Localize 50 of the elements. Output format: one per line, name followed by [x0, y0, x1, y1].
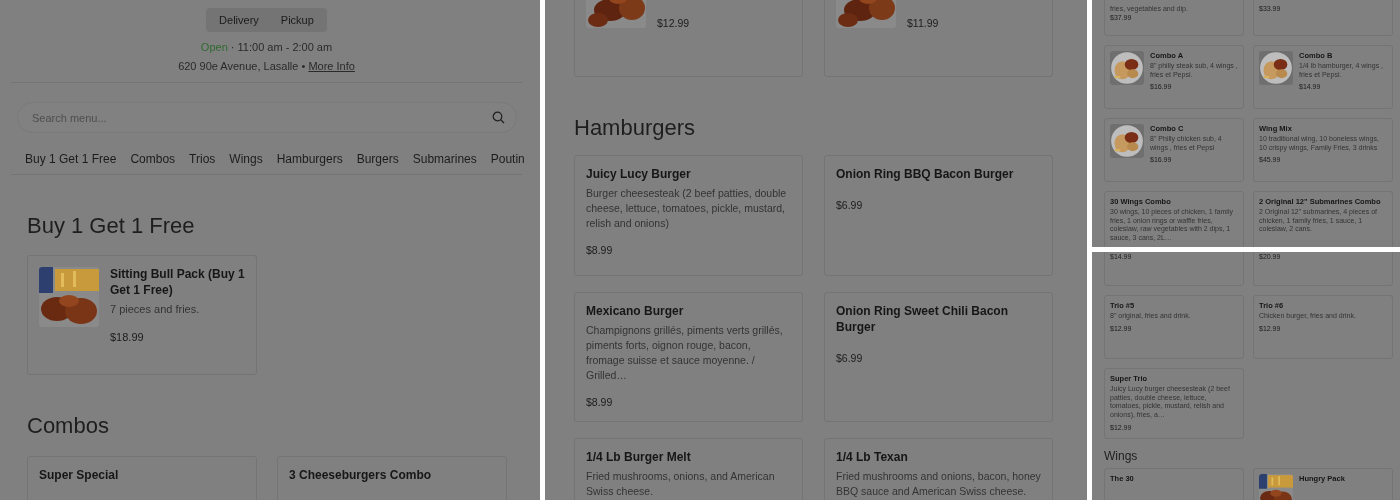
item-price: $12.99	[657, 16, 690, 31]
item-price: $18.99	[110, 329, 145, 345]
opening-hours: Open · 11:00 am - 2:00 am	[200, 41, 333, 53]
more-info-link[interactable]: More Info	[308, 60, 355, 72]
category-tab[interactable]: Poutin	[490, 152, 525, 166]
item-price: $11.99	[907, 16, 939, 31]
menu-item-card[interactable]: Onion Ring BBQ Bacon Burger $6.99	[824, 155, 1053, 277]
item-price: $8.99	[586, 243, 614, 258]
item-name: Onion Ring Sweet Chili Bacon Burger	[836, 304, 1009, 336]
menu-item-card[interactable]: Super Special	[27, 455, 257, 500]
section-heading: Combos	[27, 413, 110, 440]
item-name: 1/4 Lb Texan	[836, 450, 909, 466]
category-tab[interactable]: Burgers	[356, 152, 399, 166]
menu-item-card[interactable]: Juicy Lucy Burger Burger cheesesteak (2 beef patties, double cheese, lettuce, tomatoes, pickle, mustard, relish and onions) $8.99	[574, 155, 803, 277]
menu-item-card[interactable]: 3 Cheeseburgers Combo	[277, 455, 507, 500]
item-name: Mexicano Burger	[586, 304, 685, 320]
category-tab[interactable]: Combos	[130, 152, 176, 166]
menu-item-card[interactable]: Onion Ring Sweet Chili Bacon Burger $6.99	[824, 292, 1053, 422]
item-description: 7 pieces and fries.	[110, 301, 201, 317]
item-description: Fried mushrooms, onions, and American Swiss cheese.	[586, 468, 776, 499]
menu-item-card[interactable]: $12.99	[574, 0, 803, 77]
item-description: Fried mushrooms and onions, bacon, honey BBQ sauce and American Swiss cheese.	[836, 468, 1041, 499]
section-heading: Buy 1 Get 1 Free	[27, 213, 196, 240]
menu-item-card[interactable]: Mexicano Burger Champignons grillés, piments verts grillés, piments forts, oignon rouge, bacon, fromage suisse et sauce moyenne. / Grilled… $8.99	[574, 292, 803, 422]
category-tab[interactable]: Buy 1 Get 1 Free	[25, 152, 117, 166]
item-description: Burger cheesesteak (2 beef patties, double cheese, lettuce, tomatoes, pickle, mustard, relish and onions)	[586, 186, 788, 231]
section-heading: Hamburgers	[574, 115, 697, 142]
item-name: Onion Ring BBQ Bacon Burger	[836, 167, 1014, 183]
order-mode-button[interactable]: Pickup	[269, 8, 325, 32]
store-address: 620 90e Avenue, Lasalle •	[178, 60, 306, 72]
menu-item-card[interactable]: 1/4 Lb Burger Melt Fried mushrooms, onions, and American Swiss cheese.	[574, 438, 803, 500]
item-price: $8.99	[586, 395, 614, 410]
item-name: Juicy Lucy Burger	[586, 167, 692, 183]
menu-item-card[interactable]: 1/4 Lb Texan Fried mushrooms and onions, bacon, honey BBQ sauce and American Swiss cheese.	[824, 438, 1053, 500]
search-icon	[492, 111, 505, 124]
item-description: Champignons grillés, piments verts grillés, piments forts, oignon rouge, bacon, fromage suisse et sauce moyenne. / Grilled…	[586, 323, 784, 383]
section-heading: Wings	[1104, 448, 1139, 463]
category-tab[interactable]: Hamburgers	[276, 152, 343, 166]
item-name: Super Special	[39, 467, 119, 484]
item-price: $6.99	[836, 350, 864, 366]
menu-item-card[interactable]: $11.99	[824, 0, 1053, 77]
item-name: 3 Cheeseburgers Combo	[289, 467, 432, 484]
menu-item-card[interactable]: Sitting Bull Pack (Buy 1 Get 1 Free) 7 pieces and fries. $18.99	[27, 255, 257, 376]
item-name: 1/4 Lb Burger Melt	[586, 450, 692, 466]
category-tab[interactable]: Wings	[229, 152, 263, 166]
item-name: Sitting Bull Pack (Buy 1 Get 1 Free)	[110, 267, 245, 299]
category-tab[interactable]: Trios	[189, 152, 216, 166]
category-tab[interactable]: Submarines	[412, 152, 477, 166]
order-mode-button[interactable]: Delivery	[208, 8, 270, 32]
item-price: $6.99	[836, 198, 864, 213]
